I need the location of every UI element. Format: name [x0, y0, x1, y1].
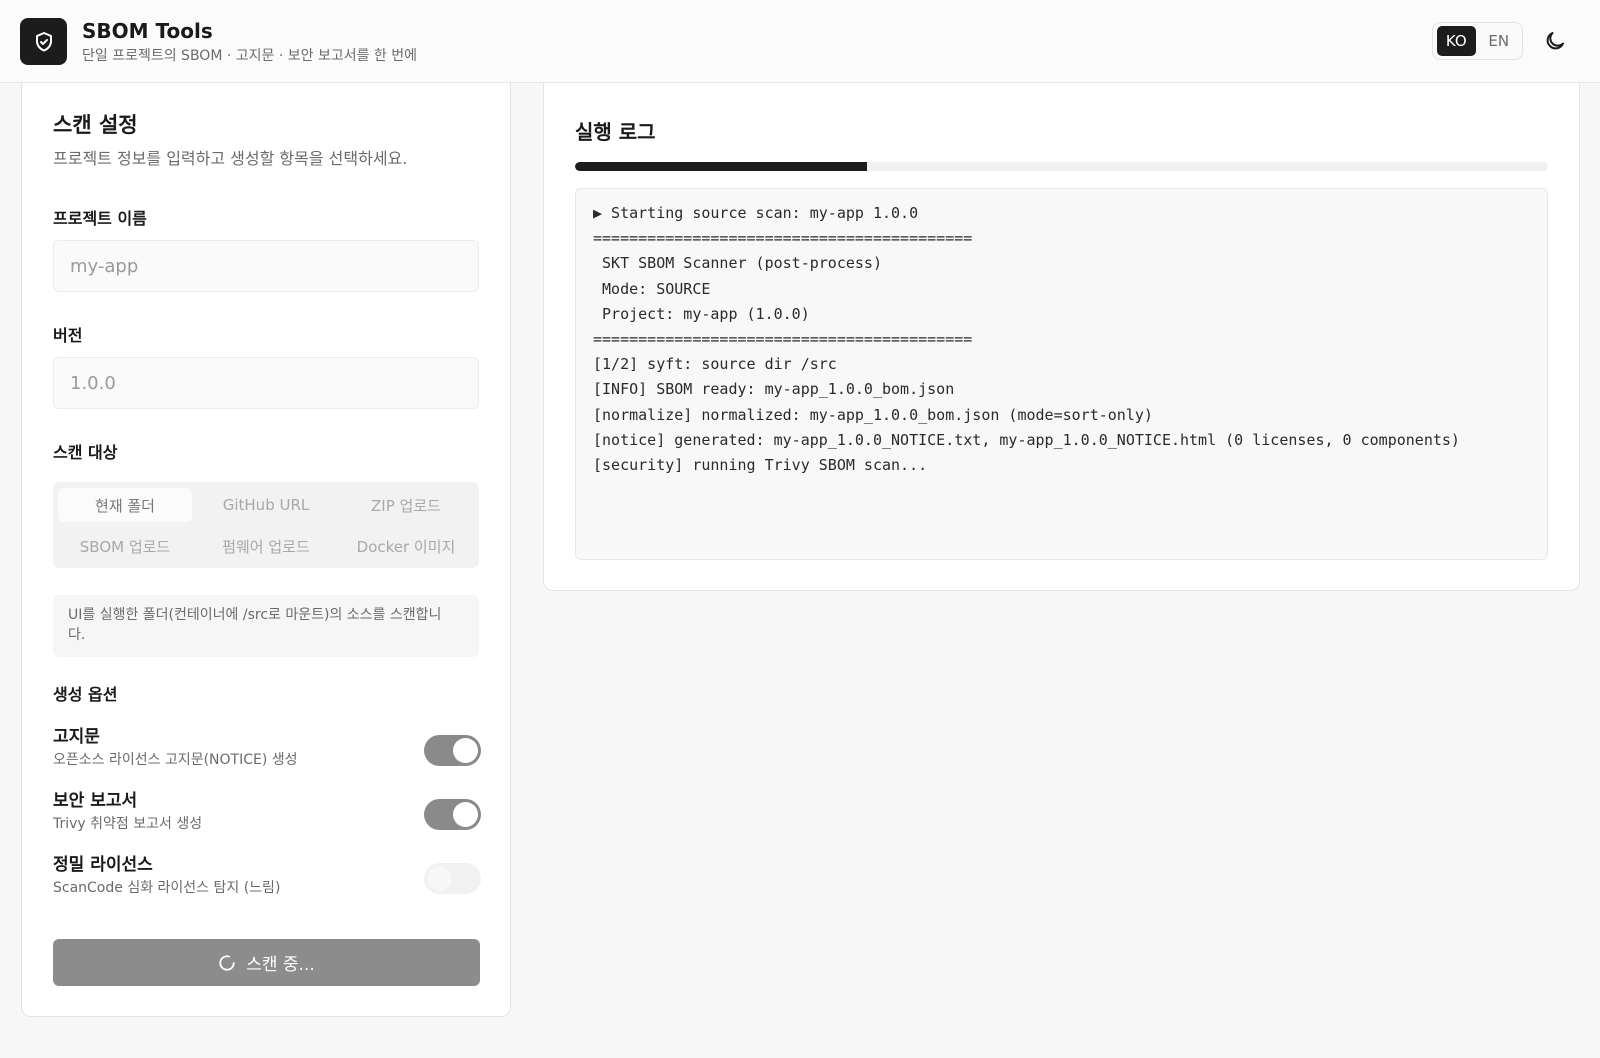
log-line: ▶ Starting source scan: my-app 1.0.0	[593, 204, 919, 222]
lang-ko-button[interactable]: KO	[1437, 26, 1476, 56]
log-line: [1/2] syft: source dir /src	[593, 355, 837, 374]
version-input[interactable]: 1.0.0	[53, 357, 479, 409]
execution-log-panel: 실행 로그 ▶ Starting source scan: my-app 1.0…	[543, 83, 1580, 591]
log-output: ▶ Starting source scan: my-app 1.0.0 ====…	[575, 188, 1548, 560]
option-license-title: 정밀 라이선스	[53, 855, 153, 875]
target-firmware-upload[interactable]: 펌웨어 업로드	[199, 529, 333, 563]
option-security-title: 보안 보고서	[53, 791, 138, 811]
target-github-url[interactable]: GitHub URL	[199, 488, 333, 522]
progress-fill	[575, 162, 867, 171]
progress-bar	[575, 162, 1548, 171]
log-line: ========================================…	[593, 229, 973, 248]
spinner-icon	[219, 954, 235, 971]
version-label: 버전	[53, 326, 83, 345]
option-license-desc: ScanCode 심화 라이선스 탐지 (느림)	[53, 880, 281, 896]
scan-settings-panel: 스캔 설정 프로젝트 정보를 입력하고 생성할 항목을 선택하세요. 프로젝트 …	[21, 83, 511, 1017]
scan-target-label: 스캔 대상	[53, 443, 118, 462]
target-current-folder[interactable]: 현재 폴더	[58, 488, 192, 522]
target-docker-image[interactable]: Docker 이미지	[339, 529, 473, 563]
scan-settings-title: 스캔 설정	[53, 113, 138, 137]
log-title: 실행 로그	[575, 120, 656, 144]
options-label: 생성 옵션	[53, 685, 118, 704]
shield-check-icon	[20, 18, 67, 65]
scan-button-label: 스캔 중...	[246, 955, 315, 975]
language-switcher: KO EN	[1432, 22, 1523, 60]
toggle-knob	[453, 738, 478, 763]
log-line: ========================================…	[593, 330, 973, 349]
log-line: [notice] generated: my-app_1.0.0_NOTICE.…	[593, 430, 1460, 449]
app-header: SBOM Tools 단일 프로젝트의 SBOM · 고지문 · 보안 보고서를…	[0, 0, 1600, 83]
option-notice-desc: 오픈소스 라이선스 고지문(NOTICE) 생성	[53, 752, 298, 768]
project-name-label: 프로젝트 이름	[53, 209, 147, 228]
moon-icon[interactable]	[1543, 29, 1567, 53]
log-line: SKT SBOM Scanner (post-process)	[593, 254, 882, 273]
notice-toggle[interactable]	[424, 735, 481, 766]
log-line: [INFO] SBOM ready: my-app_1.0.0_bom.json	[593, 380, 955, 399]
log-line: [security] running Trivy SBOM scan...	[593, 456, 928, 475]
deep-license-toggle[interactable]	[424, 863, 481, 894]
scan-target-selector: 현재 폴더 GitHub URL ZIP 업로드 SBOM 업로드 펌웨어 업로…	[53, 482, 479, 568]
app-subtitle: 단일 프로젝트의 SBOM · 고지문 · 보안 보고서를 한 번에	[82, 48, 418, 64]
security-report-toggle[interactable]	[424, 799, 481, 830]
scan-settings-description: 프로젝트 정보를 입력하고 생성할 항목을 선택하세요.	[53, 149, 408, 168]
project-name-input[interactable]: my-app	[53, 240, 479, 292]
option-security-desc: Trivy 취약점 보고서 생성	[53, 816, 203, 832]
target-sbom-upload[interactable]: SBOM 업로드	[58, 529, 192, 563]
log-line: [normalize] normalized: my-app_1.0.0_bom…	[593, 405, 1153, 424]
toggle-knob	[427, 866, 452, 891]
scan-button[interactable]: 스캔 중...	[53, 939, 480, 986]
toggle-knob	[453, 802, 478, 827]
app-title: SBOM Tools	[82, 19, 213, 43]
log-line: Project: my-app (1.0.0)	[593, 304, 810, 323]
target-zip-upload[interactable]: ZIP 업로드	[339, 488, 473, 522]
lang-en-button[interactable]: EN	[1480, 26, 1519, 56]
option-notice-title: 고지문	[53, 727, 100, 747]
target-note: UI를 실행한 폴더(컨테이너에 /src로 마운트)의 소스를 스캔합니 다.	[53, 595, 479, 657]
log-line: Mode: SOURCE	[593, 279, 711, 298]
